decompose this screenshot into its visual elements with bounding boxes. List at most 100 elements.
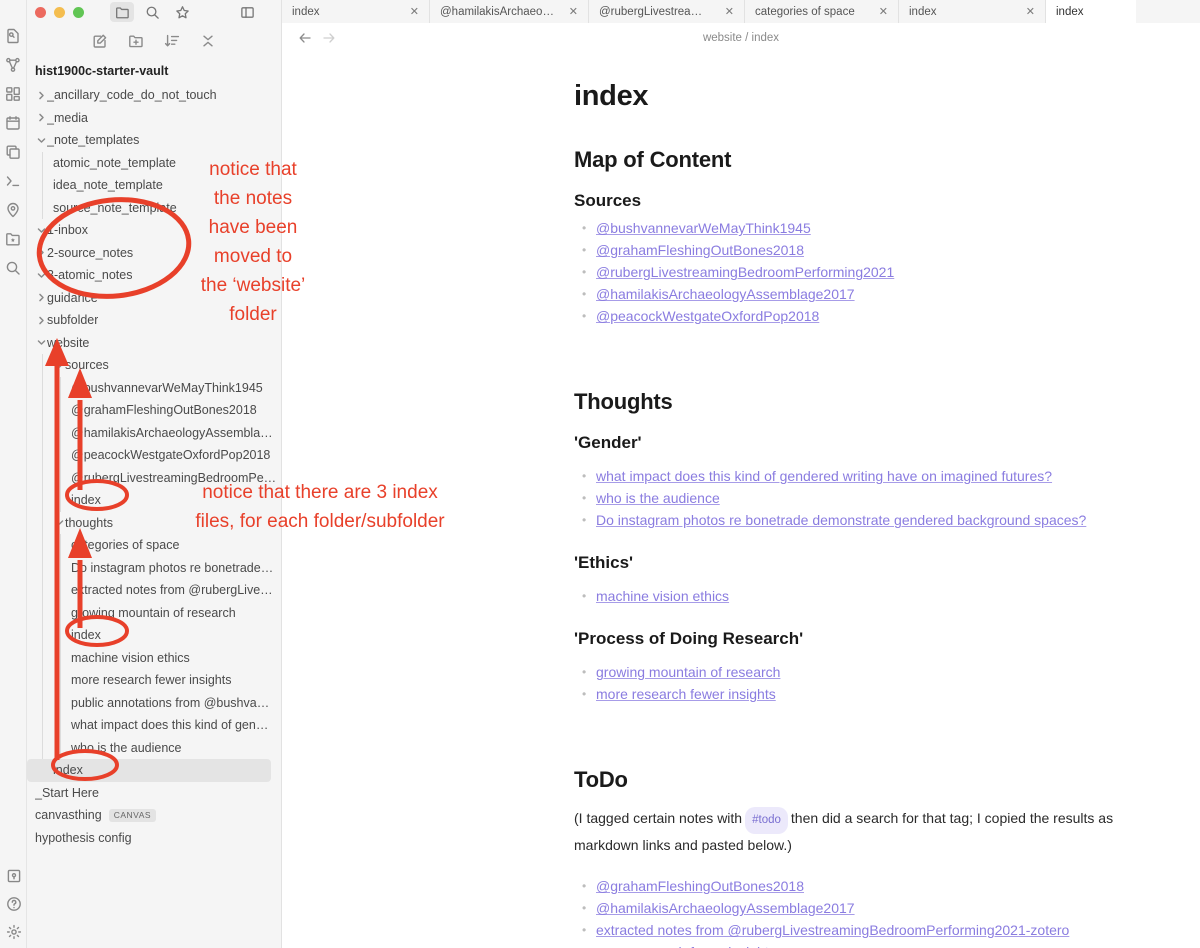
tree-item-folder[interactable]: subfolder xyxy=(27,309,281,332)
chevron-down-icon[interactable] xyxy=(35,226,47,235)
tree-item-file-website-index-selected[interactable]: index xyxy=(27,759,271,782)
chevron-right-icon[interactable] xyxy=(35,113,47,122)
arrow-right-icon[interactable] xyxy=(322,31,336,45)
new-note-icon[interactable] xyxy=(92,33,108,49)
tree-item-folder[interactable]: _note_templates xyxy=(27,129,281,152)
starred-folder-icon[interactable] xyxy=(5,231,21,247)
tab-hamilakis[interactable]: @hamilakisArchaeolog… ✕ xyxy=(430,0,589,24)
tab-index-2[interactable]: index ✕ xyxy=(899,0,1046,24)
arrow-left-icon[interactable] xyxy=(298,31,312,45)
close-tab-icon[interactable]: ✕ xyxy=(725,5,734,18)
note-link[interactable]: more research fewer insights xyxy=(596,686,776,702)
chevron-down-icon[interactable] xyxy=(35,338,47,347)
tree-item-file[interactable]: who is the audience xyxy=(27,737,281,760)
tree-item-folder-website[interactable]: website xyxy=(27,332,281,355)
canvas-icon[interactable] xyxy=(5,86,21,102)
list-item: @hamilakisArchaeologyAssemblage2017 xyxy=(574,897,1134,919)
search-icon[interactable] xyxy=(5,260,21,276)
collapse-all-icon[interactable] xyxy=(200,33,216,49)
tree-item-file[interactable]: @bushvannevarWeMayThink1945 xyxy=(27,377,281,400)
chevron-right-icon[interactable] xyxy=(35,316,47,325)
tree-item-file[interactable]: public annotations from @bushva… xyxy=(27,692,281,715)
note-link[interactable]: @hamilakisArchaeologyAssemblage2017 xyxy=(596,900,855,916)
location-pin-icon[interactable] xyxy=(5,202,21,218)
tree-item-file[interactable]: @grahamFleshingOutBones2018 xyxy=(27,399,281,422)
tree-item-file[interactable]: @peacockWestgateOxfordPop2018 xyxy=(27,444,281,467)
todo-tag[interactable]: #todo xyxy=(745,807,788,835)
tree-item-folder[interactable]: guidance xyxy=(27,287,281,310)
tree-item-label: _media xyxy=(47,110,88,125)
tree-item-file[interactable]: more research fewer insights xyxy=(27,669,281,692)
tree-item-file[interactable]: growing mountain of research xyxy=(27,602,281,625)
note-link[interactable]: Do instagram photos re bonetrade demonst… xyxy=(596,512,1086,528)
tree-item-file-canvas[interactable]: canvasthing CANVAS xyxy=(27,804,281,827)
sidebar-toggle-icon[interactable] xyxy=(235,2,259,22)
search-icon[interactable] xyxy=(140,2,164,22)
terminal-icon[interactable] xyxy=(5,173,21,189)
tree-item-file[interactable]: Do instagram photos re bonetrade… xyxy=(27,557,281,580)
vault-name[interactable]: hist1900c-starter-vault xyxy=(27,54,281,84)
close-window-button[interactable] xyxy=(35,6,46,18)
note-link[interactable]: @peacockWestgateOxfordPop2018 xyxy=(596,308,819,324)
chevron-down-icon[interactable] xyxy=(35,136,47,145)
note-link[interactable]: growing mountain of research xyxy=(596,664,780,680)
tab-index-1[interactable]: index ✕ xyxy=(282,0,430,24)
note-link[interactable]: @bushvannevarWeMayThink1945 xyxy=(596,220,811,236)
graph-view-icon[interactable] xyxy=(5,57,21,73)
close-tab-icon[interactable]: ✕ xyxy=(569,5,578,18)
close-tab-icon[interactable]: ✕ xyxy=(1026,5,1035,18)
tree-item-file[interactable]: atomic_note_template xyxy=(27,152,281,175)
daily-note-calendar-icon[interactable] xyxy=(5,115,21,131)
tree-item-file-sources-index[interactable]: index xyxy=(27,489,281,512)
star-icon[interactable] xyxy=(170,2,194,22)
folder-icon[interactable] xyxy=(110,2,134,22)
tree-item-file-thoughts-index[interactable]: index xyxy=(27,624,281,647)
templates-copy-icon[interactable] xyxy=(5,144,21,160)
tree-item-file[interactable]: hypothesis config xyxy=(27,827,281,850)
close-tab-icon[interactable]: ✕ xyxy=(879,5,888,18)
note-link[interactable]: @rubergLivestreamingBedroomPerforming202… xyxy=(596,264,894,280)
chevron-right-icon[interactable] xyxy=(35,248,47,257)
vault-switcher-icon[interactable] xyxy=(6,868,22,884)
note-link[interactable]: what impact does this kind of gendered w… xyxy=(596,468,1052,484)
tree-item-folder-sources[interactable]: sources xyxy=(27,354,281,377)
tree-item-file[interactable]: machine vision ethics xyxy=(27,647,281,670)
help-icon[interactable] xyxy=(6,896,22,912)
new-folder-icon[interactable] xyxy=(128,33,144,49)
close-tab-icon[interactable]: ✕ xyxy=(410,5,419,18)
tree-item-folder[interactable]: 1-inbox xyxy=(27,219,281,242)
tree-item-file[interactable]: source_note_template xyxy=(27,197,281,220)
tree-item-file[interactable]: extracted notes from @rubergLive… xyxy=(27,579,281,602)
file-search-icon[interactable] xyxy=(5,28,21,44)
chevron-down-icon[interactable] xyxy=(53,518,65,527)
tree-item-folder[interactable]: _media xyxy=(27,107,281,130)
tree-item-folder[interactable]: 3-atomic_notes xyxy=(27,264,281,287)
tree-item-file[interactable]: @hamilakisArchaeologyAssembla… xyxy=(27,422,281,445)
note-link[interactable]: @grahamFleshingOutBones2018 xyxy=(596,878,804,894)
note-link[interactable]: more research fewer insights xyxy=(596,944,776,948)
tree-item-folder-thoughts[interactable]: thoughts xyxy=(27,512,281,535)
tab-categories-of-space[interactable]: categories of space ✕ xyxy=(745,0,899,24)
settings-gear-icon[interactable] xyxy=(6,924,22,940)
note-link[interactable]: extracted notes from @rubergLivestreamin… xyxy=(596,922,1069,938)
note-link[interactable]: @hamilakisArchaeologyAssemblage2017 xyxy=(596,286,855,302)
maximize-window-button[interactable] xyxy=(73,6,84,18)
tree-item-folder[interactable]: 2-source_notes xyxy=(27,242,281,265)
note-link[interactable]: @grahamFleshingOutBones2018 xyxy=(596,242,804,258)
tree-item-file[interactable]: @rubergLivestreamingBedroomPe… xyxy=(27,467,281,490)
tab-ruberg[interactable]: @rubergLivestreaming… ✕ xyxy=(589,0,745,24)
tree-item-folder[interactable]: _ancillary_code_do_not_touch xyxy=(27,84,281,107)
sort-icon[interactable] xyxy=(164,33,180,49)
tree-item-file[interactable]: what impact does this kind of gen… xyxy=(27,714,281,737)
note-link[interactable]: machine vision ethics xyxy=(596,588,729,604)
tree-item-file[interactable]: _Start Here xyxy=(27,782,281,805)
tab-index-active[interactable]: index xyxy=(1046,0,1136,24)
chevron-down-icon[interactable] xyxy=(35,271,47,280)
minimize-window-button[interactable] xyxy=(54,6,65,18)
chevron-right-icon[interactable] xyxy=(35,91,47,100)
chevron-right-icon[interactable] xyxy=(35,293,47,302)
chevron-down-icon[interactable] xyxy=(53,361,65,370)
note-link[interactable]: who is the audience xyxy=(596,490,720,506)
tree-item-file[interactable]: idea_note_template xyxy=(27,174,281,197)
tree-item-file[interactable]: categories of space xyxy=(27,534,281,557)
